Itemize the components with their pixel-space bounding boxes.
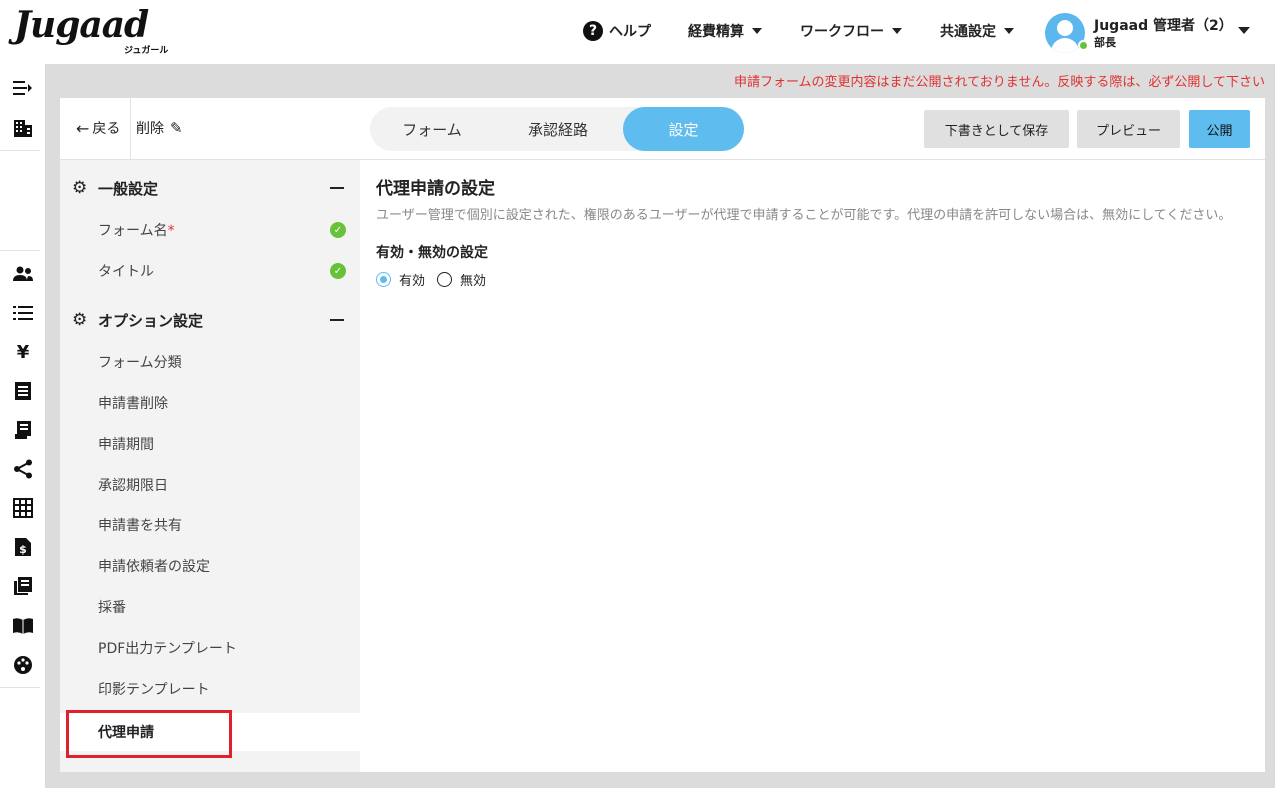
radio-disabled[interactable]: 無効 — [437, 270, 486, 289]
nav-workflow[interactable]: ワークフロー — [800, 18, 902, 44]
sidebar-item-label: 採番 — [98, 600, 126, 616]
arrow-left-icon: ← — [76, 118, 90, 138]
back-button[interactable]: ← 戻る — [76, 118, 120, 138]
radio-checked-icon[interactable] — [376, 272, 391, 287]
publish-button[interactable]: 公開 — [1189, 110, 1250, 148]
sidebar-item-requester-settings[interactable]: 申請依頼者の設定 — [60, 547, 360, 585]
sidebar-item-delete-application[interactable]: 申請書削除 — [60, 384, 360, 422]
sidebar-item-pdf-template[interactable]: PDF出力テンプレート — [60, 629, 360, 667]
tab-approval-route[interactable]: 承認経路 — [494, 107, 622, 151]
highlight-box — [66, 710, 232, 758]
radio-enabled-label: 有効 — [399, 274, 426, 289]
chevron-down-icon — [752, 28, 762, 34]
sidebar-item-label: タイトル — [98, 264, 154, 280]
collapse-menu-icon[interactable] — [11, 76, 35, 100]
settings-sidebar: ⚙ 一般設定 フォーム名* ✓ タイトル ✓ ⚙ オプション設定 フォーム分類 … — [60, 160, 360, 772]
document-icon[interactable] — [11, 379, 35, 403]
nav-common-settings[interactable]: 共通設定 — [940, 18, 1014, 44]
radio-disabled-label: 無効 — [460, 274, 487, 289]
list-icon[interactable] — [11, 301, 35, 325]
section-general-title: 一般設定 — [98, 179, 159, 198]
sidebar-item-label: 申請書を共有 — [98, 518, 182, 534]
editor-toolbar: ← 戻る 削除 ✎ フォーム 承認経路 設定 下書きとして保存 プレビュー 公開 — [60, 98, 1265, 160]
sidebar-item-approval-deadline[interactable]: 承認期限日 — [60, 466, 360, 504]
tab-settings[interactable]: 設定 — [623, 107, 744, 151]
unpublished-notice: 申請フォームの変更内容はまだ公開されておりません。反映する際は、必ず公開して下さ… — [733, 75, 1265, 90]
sidebar-item-label: フォーム名 — [98, 223, 168, 239]
form-editor-card: ← 戻る 削除 ✎ フォーム 承認経路 設定 下書きとして保存 プレビュー 公開… — [60, 98, 1265, 772]
chevron-down-icon — [1004, 28, 1014, 34]
icon-rail: ¥ $ — [0, 64, 46, 788]
collapse-icon[interactable] — [330, 187, 344, 189]
logo-text: Jugaad — [14, 4, 149, 46]
book-icon[interactable] — [11, 614, 35, 638]
chevron-down-icon — [892, 28, 902, 34]
user-name: Jugaad 管理者（2） — [1094, 18, 1233, 34]
sidebar-item-form-name[interactable]: フォーム名* ✓ — [60, 211, 360, 249]
page-title: 代理申請の設定 — [376, 179, 495, 199]
top-header: Jugaad ジュガール ? ヘルプ 経費精算 ワークフロー 共通設定 Juga… — [0, 0, 1275, 64]
save-draft-button[interactable]: 下書きとして保存 — [924, 110, 1069, 148]
radio-unchecked-icon[interactable] — [437, 272, 453, 287]
sidebar-item-label: 印影テンプレート — [98, 682, 210, 698]
section-options[interactable]: ⚙ オプション設定 — [60, 300, 360, 340]
sidebar-item-label: 承認期限日 — [98, 478, 168, 494]
nav-common-settings-label: 共通設定 — [940, 24, 996, 40]
enable-setting-label: 有効・無効の設定 — [376, 245, 488, 261]
building-icon[interactable] — [11, 116, 35, 140]
nav-help[interactable]: ? ヘルプ — [583, 18, 651, 44]
nav-expense-label: 経費精算 — [688, 24, 744, 40]
section-general[interactable]: ⚙ 一般設定 — [60, 168, 360, 208]
form-title: 削除 — [136, 121, 164, 137]
gear-icon: ⚙ — [72, 310, 88, 330]
chevron-down-icon — [1238, 27, 1250, 34]
nav-workflow-label: ワークフロー — [800, 24, 884, 40]
invoice-icon[interactable]: $ — [11, 535, 35, 559]
enable-radio-group: 有効 無効 — [376, 270, 1256, 289]
gear-icon: ⚙ — [72, 178, 88, 198]
sidebar-item-seal-template[interactable]: 印影テンプレート — [60, 670, 360, 708]
library-icon[interactable] — [11, 574, 35, 598]
nav-expense[interactable]: 経費精算 — [688, 18, 762, 44]
help-icon: ? — [583, 21, 603, 41]
sidebar-item-title[interactable]: タイトル ✓ — [60, 252, 360, 290]
yen-icon[interactable]: ¥ — [11, 340, 35, 364]
section-options-title: オプション設定 — [98, 311, 204, 330]
online-status-icon — [1078, 40, 1089, 51]
required-mark: * — [167, 223, 175, 239]
check-circle-icon: ✓ — [330, 263, 346, 279]
sidebar-item-share-application[interactable]: 申請書を共有 — [60, 506, 360, 544]
pencil-icon: ✎ — [170, 119, 183, 137]
sidebar-item-form-category[interactable]: フォーム分類 — [60, 343, 360, 381]
user-role: 部長 — [1094, 36, 1116, 49]
sidebar-item-label: 申請依頼者の設定 — [98, 559, 210, 575]
page-description: ユーザー管理で個別に設定された、権限のあるユーザーが代理で申請することが可能です… — [376, 208, 1232, 223]
nav-help-label: ヘルプ — [609, 24, 651, 40]
share-icon[interactable] — [11, 457, 35, 481]
sidebar-item-label: 申請書削除 — [98, 396, 168, 412]
svg-text:$: $ — [19, 543, 27, 556]
tab-form[interactable]: フォーム — [370, 107, 494, 151]
logo[interactable]: Jugaad ジュガール — [14, 6, 174, 56]
user-menu[interactable]: Jugaad 管理者（2） 部長 — [1045, 12, 1275, 56]
editor-tabs: フォーム 承認経路 設定 — [370, 107, 744, 151]
check-circle-icon: ✓ — [330, 222, 346, 238]
collapse-icon[interactable] — [330, 319, 344, 321]
sidebar-item-label: PDF出力テンプレート — [98, 641, 237, 657]
preview-button[interactable]: プレビュー — [1077, 110, 1180, 148]
grid-icon[interactable] — [11, 496, 35, 520]
sidebar-item-application-period[interactable]: 申請期間 — [60, 425, 360, 463]
users-icon[interactable] — [11, 262, 35, 286]
form-title-edit[interactable]: 削除 ✎ — [136, 118, 183, 138]
receipt-icon[interactable] — [11, 418, 35, 442]
back-label: 戻る — [92, 121, 121, 137]
settings-content: 代理申請の設定 ユーザー管理で個別に設定された、権限のあるユーザーが代理で申請す… — [376, 174, 1256, 289]
palette-icon[interactable] — [11, 653, 35, 677]
sidebar-item-label: 申請期間 — [98, 437, 154, 453]
sidebar-item-numbering[interactable]: 採番 — [60, 588, 360, 626]
radio-enabled[interactable]: 有効 — [376, 270, 425, 289]
logo-subtext: ジュガール — [124, 46, 169, 56]
sidebar-item-label: フォーム分類 — [98, 355, 182, 371]
